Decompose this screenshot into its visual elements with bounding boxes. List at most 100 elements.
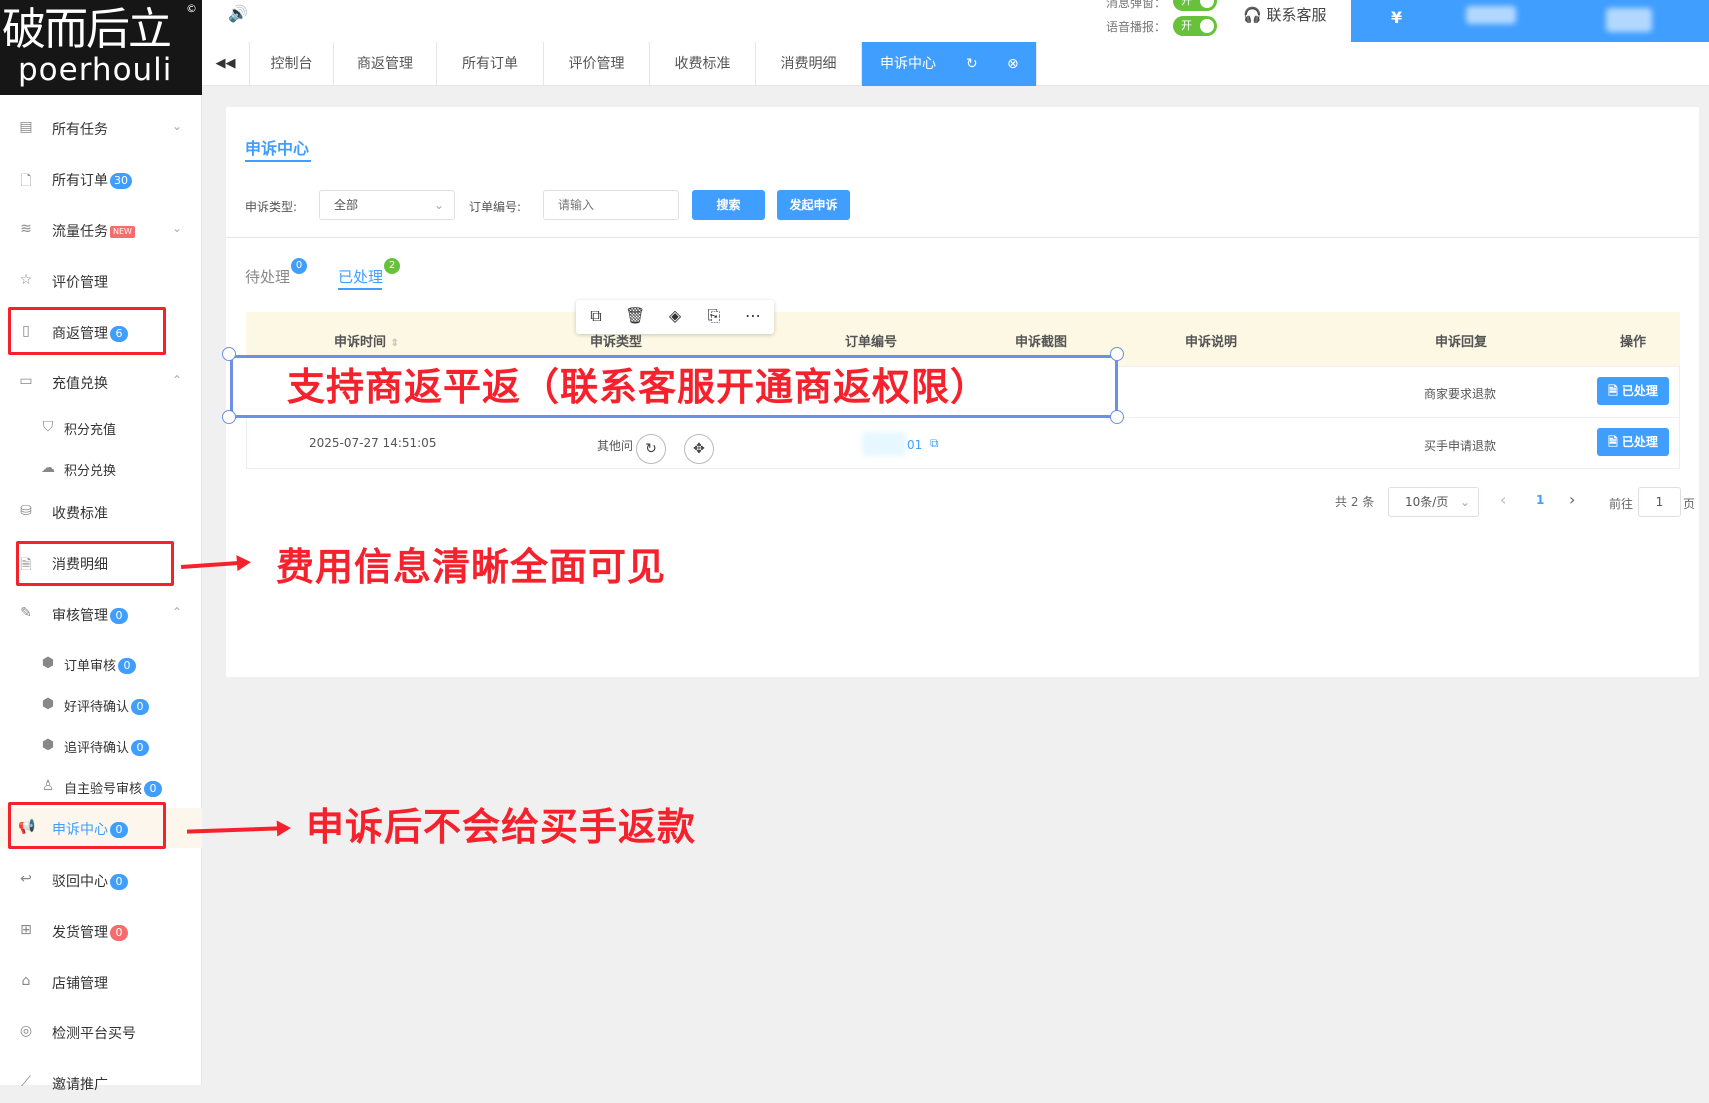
sidebar-item-12[interactable]: ⬢ 好评待确认 0 (0, 685, 202, 725)
sidebar-item-0[interactable]: ▤ 所有任务 ⌄ (0, 108, 202, 148)
sort-icon[interactable]: ⇕ (391, 338, 399, 349)
sidebar-item-text: 发货管理 (52, 925, 108, 941)
tab-reviews[interactable]: 评价管理 (544, 42, 650, 86)
sidebar-item-6[interactable]: ⛉ 积分充值 (0, 408, 202, 448)
traffic-icon: ≋ (20, 221, 32, 237)
resize-handle[interactable] (1110, 410, 1124, 424)
blurred-username (1606, 8, 1652, 32)
user-icon: ♙ (41, 778, 55, 794)
row2-order[interactable]: 01 (907, 438, 922, 452)
tab-processed[interactable]: 已处理 (338, 266, 383, 287)
notice-popup-toggle[interactable]: 开 (1173, 0, 1217, 11)
col-appeal-time[interactable]: 申诉时间 ⇕ (334, 331, 399, 350)
resize-handle[interactable] (222, 410, 236, 424)
close-icon[interactable]: ⊗ (1007, 42, 1019, 86)
sidebar-item-1[interactable]: 🗋 所有订单 30 (0, 159, 202, 199)
tab-rebate[interactable]: 商返管理 (334, 42, 437, 86)
move-icon[interactable]: ✥ (684, 434, 714, 464)
brand-name-en: poerhouli (18, 52, 173, 88)
card-icon: ▭ (19, 373, 33, 389)
tab-fee-standard[interactable]: 收费标准 (650, 42, 756, 86)
sidebar-item-8[interactable]: ⛁ 收费标准 (0, 492, 202, 532)
resize-handle[interactable] (222, 347, 236, 361)
current-page[interactable]: 1 (1536, 493, 1544, 507)
chevron-icon[interactable]: ⌄ (172, 221, 182, 235)
sidebar-item-16[interactable]: ↩ 驳回中心 0 (0, 860, 202, 900)
sidebar-item-text: 收费标准 (52, 506, 108, 522)
sidebar-item-label: 审核管理 0 (52, 605, 128, 625)
start-appeal-button[interactable]: 发起申诉 (777, 190, 850, 220)
sidebar-item-text: 所有订单 (52, 173, 108, 189)
contact-service-link[interactable]: 🎧 联系客服 (1243, 4, 1326, 25)
page-title: 申诉中心 (245, 139, 310, 158)
sidebar-item-18[interactable]: ⌂ 店铺管理 (0, 962, 202, 1002)
tab-appeal-center[interactable]: 申诉中心 ↻ ⊗ (862, 42, 1037, 86)
sidebar-item-5[interactable]: ▭ 充值兑换 ⌃ (0, 362, 202, 402)
sidebar-item-17[interactable]: ⊞ 发货管理 0 (0, 911, 202, 951)
layers-icon[interactable]: ◈ (665, 306, 685, 325)
row2-type: 其他问 (597, 439, 634, 453)
col-reply: 申诉回复 (1435, 335, 1488, 350)
appeal-type-select[interactable]: 全部 ⌄ (319, 190, 455, 220)
copy-icon[interactable]: ⧉ (586, 306, 606, 326)
sidebar-item-label: 发货管理 0 (52, 922, 128, 942)
goto-page-input[interactable]: 1 (1638, 487, 1681, 517)
row1-processed-label: 已处理 (1621, 384, 1658, 398)
sidebar-item-19[interactable]: ◎ 检测平台买号 (0, 1012, 202, 1052)
sidebar-item-text: 订单审核 (64, 659, 117, 674)
sidebar-item-text: 邀请推广 (52, 1077, 108, 1093)
contact-service-label: 联系客服 (1266, 6, 1327, 24)
replace-icon[interactable]: ⎘ (704, 306, 724, 326)
copy-order-icon[interactable]: ⧉ (930, 436, 939, 451)
col-description: 申诉说明 (1185, 335, 1238, 350)
sidebar-item-text: 驳回中心 (52, 874, 108, 890)
chevron-icon[interactable]: ⌃ (172, 373, 182, 387)
doc-icon: 🗎 (1608, 384, 1618, 398)
sidebar-item-label: 店铺管理 (52, 973, 108, 993)
notice-popup-label: 消息弹窗： (1106, 0, 1167, 10)
sidebar-item-7[interactable]: ☁ 积分兑换 (0, 449, 202, 489)
refresh-icon[interactable]: ↻ (966, 42, 978, 86)
tab-pending[interactable]: 待处理 (245, 266, 290, 287)
annotation-box-rebate (8, 307, 166, 355)
user-balance-panel[interactable]: ¥ (1351, 0, 1709, 42)
banner-annotation-box[interactable]: 支持商返平返（联系客服开通商返权限） (230, 355, 1118, 418)
sidebar-item-14[interactable]: ♙ 自主验号审核 0 (0, 767, 202, 807)
sidebar-item-10[interactable]: ✎ 审核管理 0 ⌃ (0, 594, 202, 634)
sidebar-item-label: 评价管理 (52, 272, 108, 292)
sidebar-item-20[interactable]: ⟋ 邀请推广 (0, 1063, 202, 1103)
collapse-tabs-icon[interactable]: ◀◀ (202, 42, 250, 86)
page-size-select[interactable]: 10条/页 ⌄ (1388, 487, 1479, 517)
page-unit-label: 页 (1683, 497, 1696, 511)
prev-page-button[interactable]: ‹ (1500, 490, 1506, 509)
tab-consumption[interactable]: 消费明细 (756, 42, 862, 86)
resize-handle[interactable] (1110, 347, 1124, 361)
speaker-icon[interactable]: 🔊 (228, 4, 248, 23)
trash-icon[interactable]: 🗑 (625, 306, 645, 325)
tab-all-orders[interactable]: 所有订单 (437, 42, 544, 86)
currency-icon: ¥ (1391, 8, 1403, 27)
sidebar-item-13[interactable]: ⬢ 追评待确认 0 (0, 726, 202, 766)
blurred-balance (1466, 6, 1516, 24)
sidebar-item-label: 追评待确认 0 (64, 737, 150, 756)
rotate-icon[interactable]: ↻ (636, 434, 666, 464)
count-badge: 0 (131, 699, 150, 715)
next-page-button[interactable]: › (1569, 490, 1575, 509)
hex-icon: ⬢ (41, 655, 55, 671)
chevron-icon[interactable]: ⌄ (172, 119, 182, 133)
new-tag: NEW (110, 226, 135, 238)
sidebar-item-2[interactable]: ≋ 流量任务 NEW ⌄ (0, 210, 202, 250)
order-number-input[interactable] (543, 190, 679, 220)
registered-mark: © (186, 2, 197, 15)
sidebar-item-11[interactable]: ⬢ 订单审核 0 (0, 644, 202, 684)
chevron-icon[interactable]: ⌃ (172, 605, 182, 619)
sidebar-item-3[interactable]: ☆ 评价管理 (0, 261, 202, 301)
voice-broadcast-toggle[interactable]: 开 (1173, 16, 1217, 36)
reply-icon: ↩ (20, 871, 32, 887)
tab-dashboard[interactable]: 控制台 (250, 42, 334, 86)
row2-processed-button[interactable]: 🗎 已处理 (1597, 428, 1669, 456)
row1-processed-button[interactable]: 🗎 已处理 (1597, 377, 1669, 405)
count-badge: 0 (110, 874, 128, 890)
more-icon[interactable]: ⋯ (743, 306, 763, 325)
search-button[interactable]: 搜索 (692, 190, 765, 220)
